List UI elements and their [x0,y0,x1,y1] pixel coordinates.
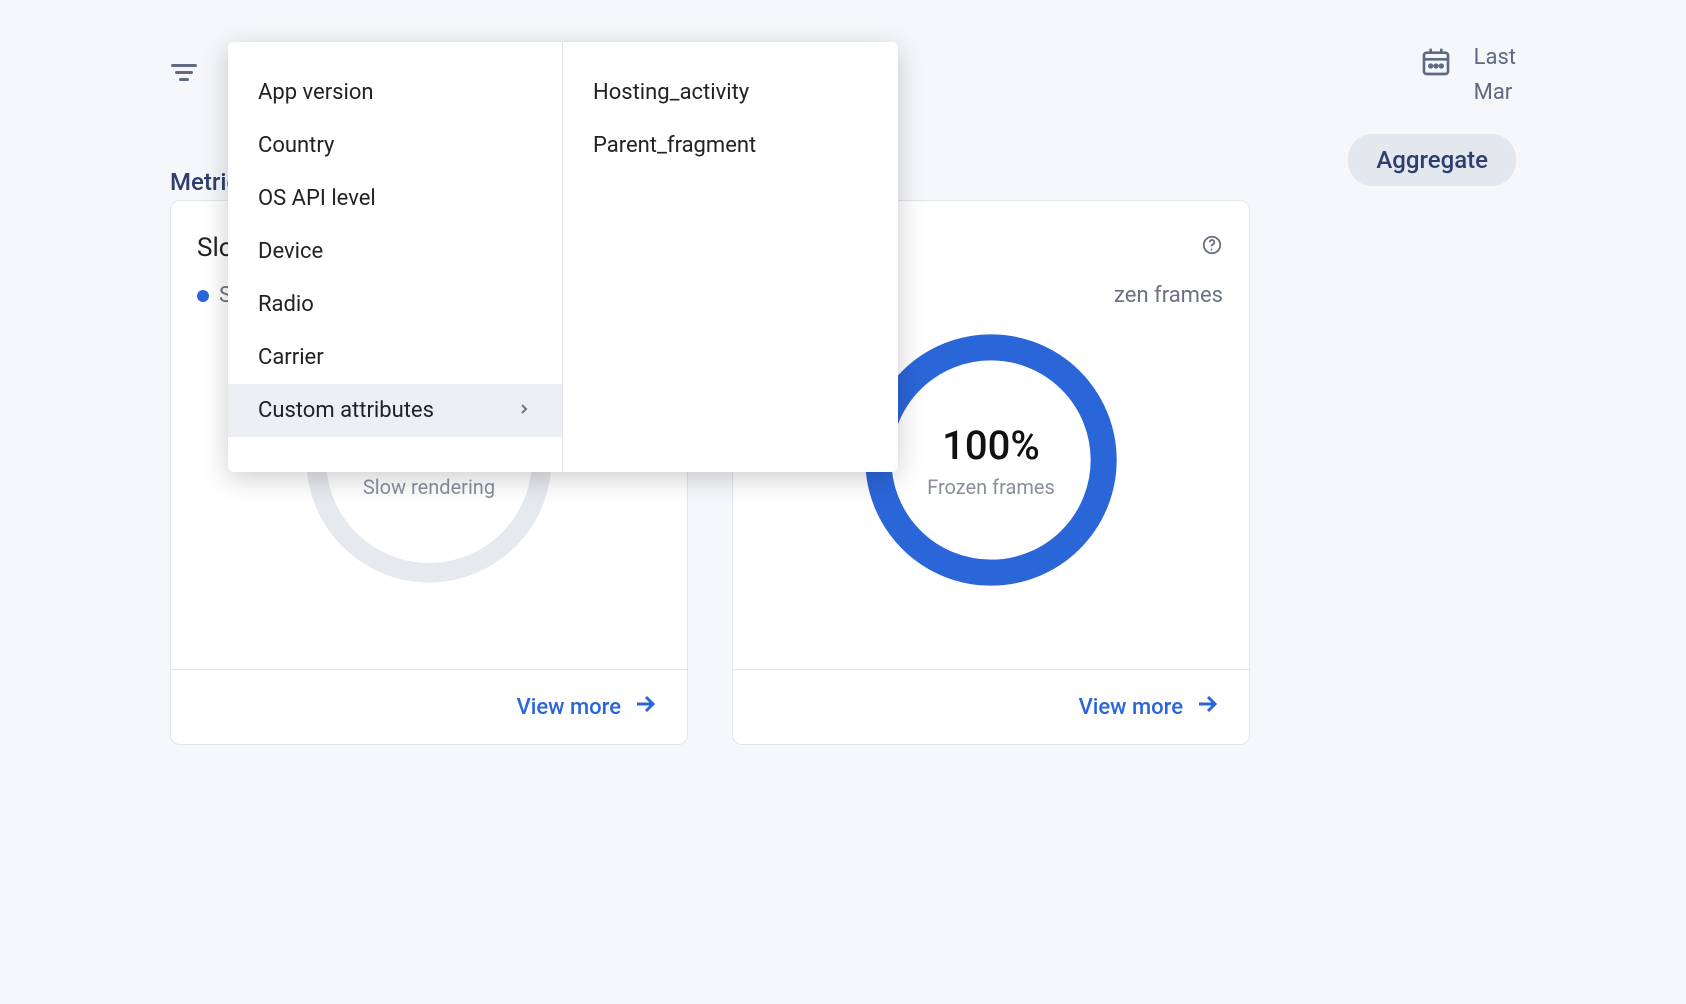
filter-dropdown-panel: App version Country OS API level Device … [228,42,898,472]
view-more-label: View more [1079,695,1183,720]
filter-dropdown-right-column: Hosting_activity Parent_fragment [563,42,898,472]
gauge-center: 100% Frozen frames [861,330,1121,590]
date-range-picker[interactable]: Last Mar [1420,40,1516,110]
gauge-frozen-frames: 100% Frozen frames [861,330,1121,590]
help-icon[interactable] [1201,233,1223,263]
gauge-sublabel: Frozen frames [927,475,1055,499]
card-footer: View more [733,669,1249,744]
dropdown-item-label: Custom attributes [258,398,434,423]
gauge-value: 100% [942,422,1040,469]
legend-dot-icon [197,290,209,302]
filter-dropdown-left-column: App version Country OS API level Device … [228,42,563,472]
dropdown-item-radio[interactable]: Radio [228,278,562,331]
view-more-link[interactable]: View more [517,692,657,722]
date-range-text: Last Mar [1474,40,1516,110]
dropdown-item-carrier[interactable]: Carrier [228,331,562,384]
gauge-sublabel: Slow rendering [363,475,495,499]
arrow-right-icon [633,692,657,722]
aggregate-toggle[interactable]: Aggregate [1348,134,1516,186]
date-line-1: Last [1474,40,1516,75]
filter-icon[interactable] [170,58,198,86]
dropdown-item-os-api-level[interactable]: OS API level [228,172,562,225]
chevron-right-icon [516,398,532,423]
dropdown-item-country[interactable]: Country [228,119,562,172]
dropdown-item-device[interactable]: Device [228,225,562,278]
dropdown-item-hosting-activity[interactable]: Hosting_activity [563,66,898,119]
view-more-link[interactable]: View more [1079,692,1219,722]
topbar: App version Country OS API level Device … [170,40,1516,150]
dropdown-item-app-version[interactable]: App version [228,66,562,119]
topbar-right: Last Mar Aggregate [1348,40,1516,186]
view-more-label: View more [517,695,621,720]
dropdown-item-parent-fragment[interactable]: Parent_fragment [563,119,898,172]
calendar-icon [1420,46,1452,82]
date-line-2: Mar [1474,75,1516,110]
legend-label: zen frames [1114,283,1223,308]
dropdown-item-custom-attributes[interactable]: Custom attributes [228,384,562,437]
card-footer: View more [171,669,687,744]
page-root: App version Country OS API level Device … [0,0,1686,745]
arrow-right-icon [1195,692,1219,722]
